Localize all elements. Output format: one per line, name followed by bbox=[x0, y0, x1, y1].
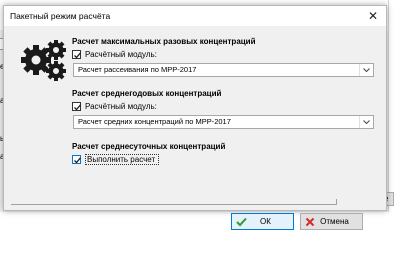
ok-button[interactable]: ОК bbox=[231, 213, 294, 230]
max-concentration-module-checkbox-row[interactable]: Расчётный модуль: bbox=[72, 49, 157, 60]
annual-concentration-heading: Расчет среднегодовых концентраций bbox=[72, 89, 222, 98]
dialog-title: Пакетный режим расчёта bbox=[10, 11, 111, 21]
close-button[interactable]: ✕ bbox=[360, 6, 386, 26]
cancel-button[interactable]: Отмена bbox=[300, 213, 363, 230]
daily-concentration-heading: Расчет среднесуточных концентраций bbox=[72, 142, 226, 151]
dialog-separator-tick bbox=[336, 199, 337, 205]
annual-concentration-module-value: Расчет средних концентраций по МРР-2017 bbox=[78, 117, 231, 126]
dialog-titlebar: Пакетный режим расчёта ✕ bbox=[4, 6, 386, 26]
daily-concentration-run-label: Выполнить расчет bbox=[85, 154, 160, 165]
dialog-separator bbox=[11, 204, 337, 205]
max-concentration-module-select[interactable]: Расчет рассеивания по МРР-2017 bbox=[73, 63, 374, 77]
batch-mode-dialog: Пакетный режим расчёта ✕ Расчет максимал… bbox=[3, 5, 387, 211]
chevron-down-icon[interactable] bbox=[359, 116, 373, 128]
checkmark-icon bbox=[74, 157, 81, 164]
cancel-button-label: Отмена bbox=[320, 217, 349, 226]
max-concentration-heading: Расчет максимальных разовых концентраций bbox=[72, 37, 256, 46]
close-icon: ✕ bbox=[367, 9, 379, 23]
gears-icon bbox=[21, 38, 67, 82]
annual-concentration-module-label: Расчётный модуль: bbox=[85, 102, 157, 111]
annual-concentration-module-select[interactable]: Расчет средних концентраций по МРР-2017 bbox=[73, 115, 374, 129]
annual-concentration-module-checkbox[interactable] bbox=[72, 102, 81, 111]
daily-concentration-run-checkbox-row[interactable]: Выполнить расчет bbox=[72, 154, 160, 165]
ok-button-label: ОК bbox=[260, 217, 271, 226]
checkmark-icon bbox=[74, 52, 81, 59]
max-concentration-module-checkbox[interactable] bbox=[72, 50, 81, 59]
chevron-down-icon[interactable] bbox=[359, 64, 373, 76]
checkmark-icon bbox=[74, 104, 81, 111]
max-concentration-module-label: Расчётный модуль: bbox=[85, 50, 157, 59]
annual-concentration-module-checkbox-row[interactable]: Расчётный модуль: bbox=[72, 101, 157, 112]
max-concentration-module-value: Расчет рассеивания по МРР-2017 bbox=[78, 65, 197, 74]
daily-concentration-run-checkbox[interactable] bbox=[72, 155, 81, 164]
